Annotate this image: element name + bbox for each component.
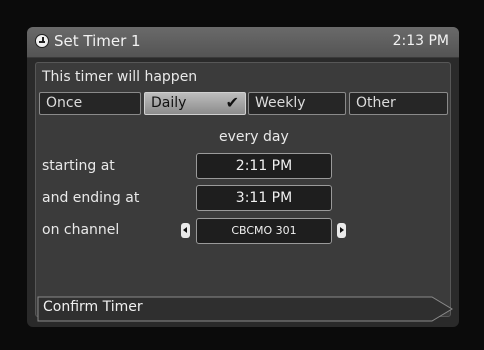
tab-once[interactable]: Once [39, 92, 141, 115]
start-label: starting at [42, 158, 115, 174]
tab-once-label: Once [46, 95, 83, 111]
tab-other-label: Other [356, 95, 396, 111]
timer-settings-panel: This timer will happen Once Daily ✔ Week… [35, 62, 453, 322]
tab-weekly-label: Weekly [255, 95, 306, 111]
confirm-timer-button[interactable]: Confirm Timer [37, 296, 454, 322]
current-time: 2:13 PM [392, 33, 449, 49]
tab-weekly[interactable]: Weekly [248, 92, 346, 115]
tab-other[interactable]: Other [349, 92, 448, 115]
timer-screen: Set Timer 1 2:13 PM This timer will happ… [27, 27, 459, 327]
channel-label: on channel [42, 222, 120, 238]
end-label: and ending at [42, 190, 140, 206]
frequency-description: every day [219, 129, 289, 145]
checkmark-icon: ✔ [225, 93, 239, 112]
end-time-field[interactable]: 3:11 PM [196, 185, 332, 211]
channel-field[interactable]: CBCMO 301 [196, 218, 332, 244]
screen-title: Set Timer 1 [54, 32, 141, 50]
arrow-left-icon[interactable] [181, 223, 190, 238]
confirm-timer-label: Confirm Timer [43, 299, 143, 315]
tab-daily-label: Daily [151, 95, 187, 111]
tab-daily[interactable]: Daily ✔ [144, 92, 246, 115]
start-time-field[interactable]: 2:11 PM [196, 153, 332, 179]
arrow-right-icon[interactable] [337, 223, 346, 238]
timer-icon [35, 34, 49, 48]
title-bar: Set Timer 1 2:13 PM [27, 27, 459, 58]
frequency-prompt: This timer will happen [42, 69, 198, 85]
